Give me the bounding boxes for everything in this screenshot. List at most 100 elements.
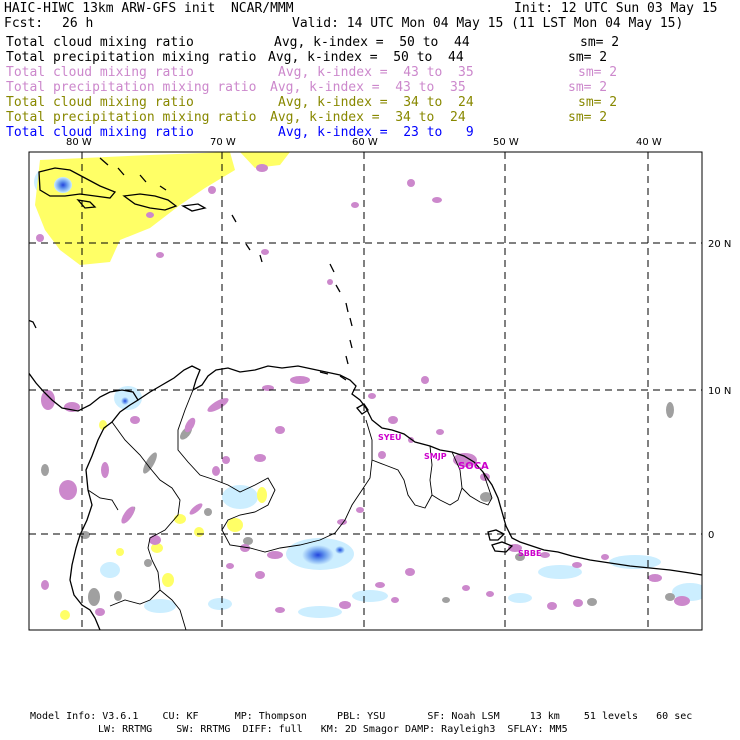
cloud-area xyxy=(116,548,124,556)
cloud-area xyxy=(194,527,204,537)
cloud-area xyxy=(375,582,385,588)
cloud-area xyxy=(674,596,690,606)
cloud-area xyxy=(572,562,582,568)
longitude-labels: 80 W 70 W 60 W 50 W 40 W xyxy=(66,137,662,148)
border xyxy=(111,421,187,630)
cloud-area xyxy=(665,593,675,601)
cloud-area xyxy=(174,514,186,524)
cloud-area xyxy=(356,507,364,513)
cloud-area xyxy=(261,249,269,255)
cloud-area xyxy=(41,580,49,590)
lon-label-40w: 40 W xyxy=(636,137,662,148)
cloud-core xyxy=(335,546,345,554)
model-info-line-2: LW: RRTMG SW: RRTMG DIFF: full KM: 2D Sm… xyxy=(98,724,568,735)
cloud-area xyxy=(290,376,310,384)
city-label-sbbe: SBBE xyxy=(518,549,541,558)
map-content: SYEU SMJP SOCA SBBE xyxy=(29,152,702,630)
cloud-area xyxy=(100,562,120,578)
cloud-area xyxy=(648,574,662,582)
lon-label-70w: 70 W xyxy=(210,137,236,148)
coastline xyxy=(487,529,506,541)
cloud-area xyxy=(162,573,174,587)
coastline xyxy=(180,203,207,212)
coastline xyxy=(329,263,353,365)
cloud-grey-layer xyxy=(41,402,675,606)
cloud-area xyxy=(601,554,609,560)
cloud-area xyxy=(222,485,258,509)
cloud-area xyxy=(212,466,220,476)
cloud-area xyxy=(146,212,154,218)
cloud-area xyxy=(121,506,135,524)
cloud-area xyxy=(257,487,267,503)
cloud-yellow-layer xyxy=(35,152,290,620)
cloud-area xyxy=(352,590,388,602)
cloud-area xyxy=(407,179,415,187)
cloud-area xyxy=(573,599,583,607)
cloud-area xyxy=(149,535,161,545)
cloud-area xyxy=(222,456,230,464)
cloud-area xyxy=(388,416,398,424)
country-borders xyxy=(87,389,493,630)
cloud-core xyxy=(121,397,129,405)
border xyxy=(177,389,373,553)
cloud-area xyxy=(351,202,359,208)
lon-label-50w: 50 W xyxy=(493,137,519,148)
map-panel: SYEU SMJP SOCA SBBE 80 W 70 W 60 W 50 W … xyxy=(28,137,731,631)
cloud-area xyxy=(156,252,164,258)
cloud-area xyxy=(189,503,203,515)
city-label-syeu: SYEU xyxy=(378,433,402,442)
coastline xyxy=(231,214,263,263)
cloud-area xyxy=(226,563,234,569)
city-label-soca: SOCA xyxy=(458,461,489,472)
cloud-area xyxy=(442,597,450,603)
cloud-area xyxy=(368,393,376,399)
cloud-area xyxy=(143,452,157,474)
cloud-area xyxy=(243,537,253,545)
cloud-area xyxy=(508,593,532,603)
cloud-area xyxy=(378,451,386,459)
latitude-labels: 20 N 10 N 0 xyxy=(708,239,731,541)
cloud-area xyxy=(207,398,229,412)
cloud-area xyxy=(36,234,44,242)
cloud-area xyxy=(275,426,285,434)
cloud-area xyxy=(144,599,176,613)
cloud-area xyxy=(227,518,243,532)
border xyxy=(87,489,119,511)
cloud-area xyxy=(208,598,232,610)
cloud-area xyxy=(391,597,399,603)
cloud-area xyxy=(204,508,212,516)
cloud-area xyxy=(405,568,415,576)
lon-label-80w: 80 W xyxy=(66,137,92,148)
city-label-smjp: SMJP xyxy=(424,452,447,461)
coastline xyxy=(137,365,702,576)
cloud-area xyxy=(59,480,77,500)
coastline xyxy=(29,372,139,630)
cloud-area xyxy=(327,279,333,285)
cloud-area xyxy=(41,464,49,476)
cloud-area xyxy=(130,416,140,424)
cloud-area xyxy=(256,164,268,172)
cloud-area xyxy=(486,591,494,597)
cloud-area xyxy=(267,551,283,559)
cloud-area xyxy=(298,606,342,618)
cloud-area xyxy=(95,608,105,616)
cloud-area xyxy=(275,607,285,613)
cloud-area xyxy=(208,186,216,194)
cloud-area xyxy=(144,559,152,567)
cloud-area xyxy=(462,585,470,591)
cloud-area xyxy=(432,197,442,203)
lat-label-10n: 10 N xyxy=(708,386,731,397)
cloud-core xyxy=(302,545,334,565)
model-info-line-1: Model Info: V3.6.1 CU: KF MP: Thompson P… xyxy=(30,711,693,722)
lat-label-0: 0 xyxy=(708,530,714,541)
cloud-area xyxy=(547,602,557,610)
cloud-area xyxy=(436,429,444,435)
forecast-figure: HAIC-HIWC 13km ARW-GFS init NCAR/MMM Ini… xyxy=(0,0,740,740)
lon-label-60w: 60 W xyxy=(352,137,378,148)
cloud-area xyxy=(255,571,265,579)
cloud-area xyxy=(60,610,70,620)
cloud-area xyxy=(254,454,266,462)
cloud-area xyxy=(88,588,100,606)
cloud-area xyxy=(101,462,109,478)
cloud-area xyxy=(114,591,122,601)
